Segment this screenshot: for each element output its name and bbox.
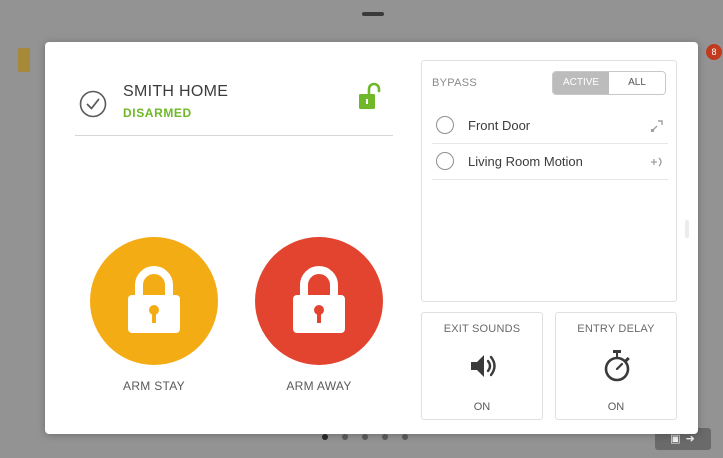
- stopwatch-icon: [604, 350, 630, 382]
- system-name: SMITH HOME: [123, 83, 229, 100]
- zone-row-living-room-motion[interactable]: Living Room Motion: [432, 145, 668, 180]
- exit-sounds-value: ON: [473, 401, 491, 413]
- entry-delay-title: ENTRY DELAY: [577, 323, 655, 335]
- arm-away-disc: [255, 237, 383, 365]
- radio-button[interactable]: [436, 116, 454, 134]
- arm-away-button[interactable]: ARM AWAY: [254, 237, 384, 393]
- handle-bar: [362, 12, 384, 16]
- background-tab: [18, 48, 30, 72]
- arm-stay-disc: [90, 237, 218, 365]
- padlock-icon: [128, 266, 180, 333]
- door-sensor-icon: [651, 120, 663, 132]
- bypass-filter-toggle: ACTIVE ALL: [552, 71, 666, 95]
- exit-sounds-toggle[interactable]: EXIT SOUNDS ON: [421, 312, 543, 420]
- system-status-header: SMITH HOME DISARMED: [75, 77, 393, 136]
- check-circle-icon: [79, 90, 107, 118]
- security-panel-modal: SMITH HOME DISARMED ARM STAY ARM AWAY BY…: [45, 42, 698, 434]
- arm-stay-button[interactable]: ARM STAY: [89, 237, 219, 393]
- bypass-title: BYPASS: [432, 77, 478, 89]
- radio-button[interactable]: [436, 152, 454, 170]
- unlocked-padlock-icon: [359, 82, 381, 109]
- speaker-icon: [471, 355, 496, 377]
- page-dot: [402, 434, 408, 440]
- zone-row-front-door[interactable]: Front Door: [432, 109, 668, 144]
- arm-away-label: ARM AWAY: [286, 379, 352, 393]
- entry-delay-toggle[interactable]: ENTRY DELAY ON: [555, 312, 677, 420]
- scroll-handle[interactable]: [685, 220, 689, 238]
- entry-delay-value: ON: [607, 401, 625, 413]
- notification-badge: 8: [706, 44, 722, 60]
- filter-all-tab[interactable]: ALL: [609, 72, 665, 94]
- zone-name: Living Room Motion: [468, 154, 583, 169]
- motion-sensor-icon: [651, 157, 662, 167]
- page-dot: [362, 434, 368, 440]
- system-state: DISARMED: [123, 106, 192, 120]
- arm-stay-label: ARM STAY: [123, 379, 185, 393]
- bypass-panel: BYPASS ACTIVE ALL Front Door Living Room…: [421, 60, 677, 302]
- page-dot: [382, 434, 388, 440]
- filter-active-tab[interactable]: ACTIVE: [553, 72, 609, 94]
- page-indicator: [322, 434, 408, 440]
- page-dot: [322, 434, 328, 440]
- exit-sounds-title: EXIT SOUNDS: [443, 323, 521, 335]
- padlock-icon: [293, 266, 345, 333]
- zone-name: Front Door: [468, 118, 531, 133]
- page-dot: [342, 434, 348, 440]
